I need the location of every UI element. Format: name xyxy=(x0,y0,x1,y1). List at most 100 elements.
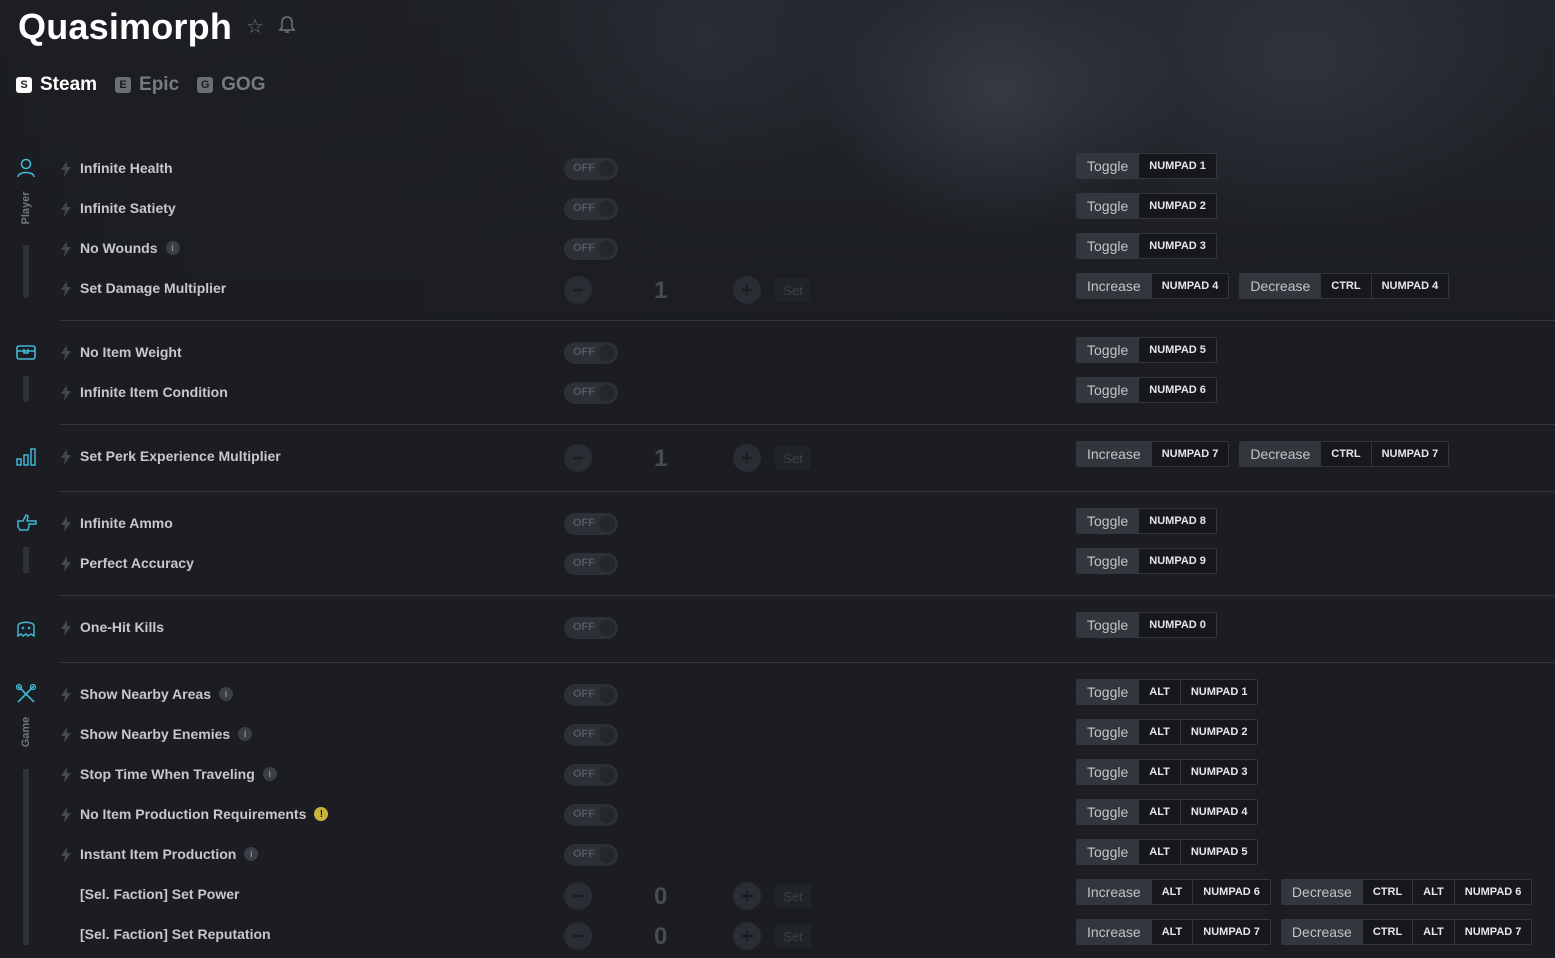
hotkey-key[interactable]: NUMPAD 1 xyxy=(1179,680,1258,704)
tab-gog[interactable]: G GOG xyxy=(197,74,266,96)
hotkey-action-label[interactable]: Toggle xyxy=(1077,378,1139,402)
hotkey-key[interactable]: NUMPAD 6 xyxy=(1453,880,1532,904)
hotkey-action-label[interactable]: Toggle xyxy=(1077,680,1139,704)
hotkey-action-label[interactable]: Toggle xyxy=(1077,154,1139,178)
hotkey-key[interactable]: NUMPAD 9 xyxy=(1138,549,1216,573)
hotkey-key[interactable]: CTRL xyxy=(1361,880,1413,904)
cheat-toggle[interactable]: OFF xyxy=(564,342,618,364)
hotkey-action-label[interactable]: Toggle xyxy=(1077,720,1139,744)
hotkey-key[interactable]: ALT xyxy=(1138,720,1180,744)
hotkey-key[interactable]: NUMPAD 2 xyxy=(1179,720,1258,744)
hotkey-decrease[interactable]: Decrease CTRL NUMPAD 7 xyxy=(1239,441,1450,467)
tab-epic[interactable]: E Epic xyxy=(115,74,179,96)
hotkey-increase[interactable]: Increase NUMPAD 4 xyxy=(1076,273,1230,299)
set-button[interactable]: Set xyxy=(775,924,811,948)
bell-icon[interactable] xyxy=(278,15,296,39)
warning-icon[interactable]: ! xyxy=(314,807,329,821)
cheat-toggle[interactable]: OFF xyxy=(564,513,618,535)
hotkey-decrease[interactable]: Decrease CTRL ALT NUMPAD 7 xyxy=(1280,919,1533,945)
hotkey-action-label[interactable]: Toggle xyxy=(1077,234,1139,258)
hotkey-key[interactable]: NUMPAD 7 xyxy=(1192,920,1270,944)
hotkey-toggle[interactable]: Toggle ALT NUMPAD 2 xyxy=(1076,719,1259,745)
hotkey-key[interactable]: NUMPAD 5 xyxy=(1138,338,1216,362)
decrease-button[interactable] xyxy=(564,922,592,950)
hotkey-key[interactable]: ALT xyxy=(1412,920,1454,944)
increase-button[interactable] xyxy=(733,922,761,950)
hotkey-key[interactable]: NUMPAD 8 xyxy=(1138,509,1216,533)
hotkey-action-label[interactable]: Toggle xyxy=(1077,194,1139,218)
hotkey-action-label[interactable]: Increase xyxy=(1077,274,1151,298)
cheat-toggle[interactable]: OFF xyxy=(564,382,618,404)
hotkey-key[interactable]: ALT xyxy=(1138,760,1180,784)
hotkey-toggle[interactable]: Toggle NUMPAD 1 xyxy=(1076,153,1217,179)
set-button[interactable]: Set xyxy=(775,446,811,470)
hotkey-key[interactable]: CTRL xyxy=(1320,442,1371,466)
hotkey-toggle[interactable]: Toggle NUMPAD 3 xyxy=(1076,233,1217,259)
hotkey-key[interactable]: NUMPAD 7 xyxy=(1150,442,1229,466)
hotkey-action-label[interactable]: Increase xyxy=(1077,880,1151,904)
hotkey-key[interactable]: CTRL xyxy=(1361,920,1413,944)
cheat-toggle[interactable]: OFF xyxy=(564,238,618,260)
decrease-button[interactable] xyxy=(564,882,592,910)
hotkey-key[interactable]: NUMPAD 1 xyxy=(1138,154,1216,178)
hotkey-key[interactable]: NUMPAD 6 xyxy=(1138,378,1216,402)
hotkey-key[interactable]: ALT xyxy=(1138,800,1180,824)
info-icon[interactable]: i xyxy=(218,687,233,701)
hotkey-key[interactable]: CTRL xyxy=(1320,274,1371,298)
hotkey-key[interactable]: NUMPAD 4 xyxy=(1150,274,1229,298)
increase-button[interactable] xyxy=(733,276,761,304)
hotkey-key[interactable]: NUMPAD 5 xyxy=(1179,840,1258,864)
hotkey-toggle[interactable]: Toggle NUMPAD 9 xyxy=(1076,548,1217,574)
hotkey-key[interactable]: NUMPAD 7 xyxy=(1453,920,1532,944)
hotkey-key[interactable]: NUMPAD 6 xyxy=(1192,880,1270,904)
star-icon[interactable]: ☆ xyxy=(246,17,264,37)
cheat-toggle[interactable]: OFF xyxy=(564,198,618,220)
hotkey-decrease[interactable]: Decrease CTRL NUMPAD 4 xyxy=(1239,273,1450,299)
hotkey-action-label[interactable]: Toggle xyxy=(1077,760,1139,784)
hotkey-key[interactable]: ALT xyxy=(1150,920,1193,944)
set-button[interactable]: Set xyxy=(775,278,811,302)
hotkey-action-label[interactable]: Decrease xyxy=(1240,442,1321,466)
info-icon[interactable]: i xyxy=(238,727,253,741)
hotkey-toggle[interactable]: Toggle NUMPAD 5 xyxy=(1076,337,1217,363)
hotkey-action-label[interactable]: Toggle xyxy=(1077,613,1139,637)
cheat-toggle[interactable]: OFF xyxy=(564,158,618,180)
cheat-toggle[interactable]: OFF xyxy=(564,844,618,866)
cheat-toggle[interactable]: OFF xyxy=(564,764,618,786)
hotkey-action-label[interactable]: Decrease xyxy=(1281,920,1362,944)
hotkey-action-label[interactable]: Toggle xyxy=(1077,509,1139,533)
hotkey-toggle[interactable]: Toggle NUMPAD 0 xyxy=(1076,612,1217,638)
info-icon[interactable]: i xyxy=(262,767,277,781)
cheat-toggle[interactable]: OFF xyxy=(564,553,618,575)
cheat-toggle[interactable]: OFF xyxy=(564,724,618,746)
increase-button[interactable] xyxy=(733,882,761,910)
hotkey-key[interactable]: NUMPAD 2 xyxy=(1138,194,1216,218)
hotkey-key[interactable]: ALT xyxy=(1412,880,1454,904)
cheat-toggle[interactable]: OFF xyxy=(564,684,618,706)
hotkey-increase[interactable]: Increase ALT NUMPAD 6 xyxy=(1076,879,1271,905)
hotkey-key[interactable]: NUMPAD 0 xyxy=(1138,613,1216,637)
hotkey-toggle[interactable]: Toggle ALT NUMPAD 5 xyxy=(1076,839,1259,865)
hotkey-toggle[interactable]: Toggle ALT NUMPAD 3 xyxy=(1076,759,1259,785)
info-icon[interactable]: i xyxy=(244,847,259,861)
increase-button[interactable] xyxy=(733,444,761,472)
hotkey-key[interactable]: ALT xyxy=(1150,880,1193,904)
hotkey-toggle[interactable]: Toggle NUMPAD 6 xyxy=(1076,377,1217,403)
hotkey-action-label[interactable]: Toggle xyxy=(1077,840,1139,864)
hotkey-key[interactable]: NUMPAD 7 xyxy=(1370,442,1449,466)
hotkey-key[interactable]: ALT xyxy=(1138,840,1180,864)
decrease-button[interactable] xyxy=(564,276,592,304)
hotkey-toggle[interactable]: Toggle ALT NUMPAD 4 xyxy=(1076,799,1259,825)
info-icon[interactable]: i xyxy=(165,241,180,255)
hotkey-key[interactable]: NUMPAD 4 xyxy=(1179,800,1258,824)
hotkey-key[interactable]: NUMPAD 3 xyxy=(1179,760,1258,784)
hotkey-action-label[interactable]: Increase xyxy=(1077,442,1151,466)
hotkey-action-label[interactable]: Toggle xyxy=(1077,549,1139,573)
hotkey-action-label[interactable]: Toggle xyxy=(1077,800,1139,824)
hotkey-toggle[interactable]: Toggle NUMPAD 8 xyxy=(1076,508,1217,534)
decrease-button[interactable] xyxy=(564,444,592,472)
hotkey-key[interactable]: NUMPAD 3 xyxy=(1138,234,1216,258)
hotkey-toggle[interactable]: Toggle NUMPAD 2 xyxy=(1076,193,1217,219)
set-button[interactable]: Set xyxy=(775,884,811,908)
cheat-toggle[interactable]: OFF xyxy=(564,617,618,639)
